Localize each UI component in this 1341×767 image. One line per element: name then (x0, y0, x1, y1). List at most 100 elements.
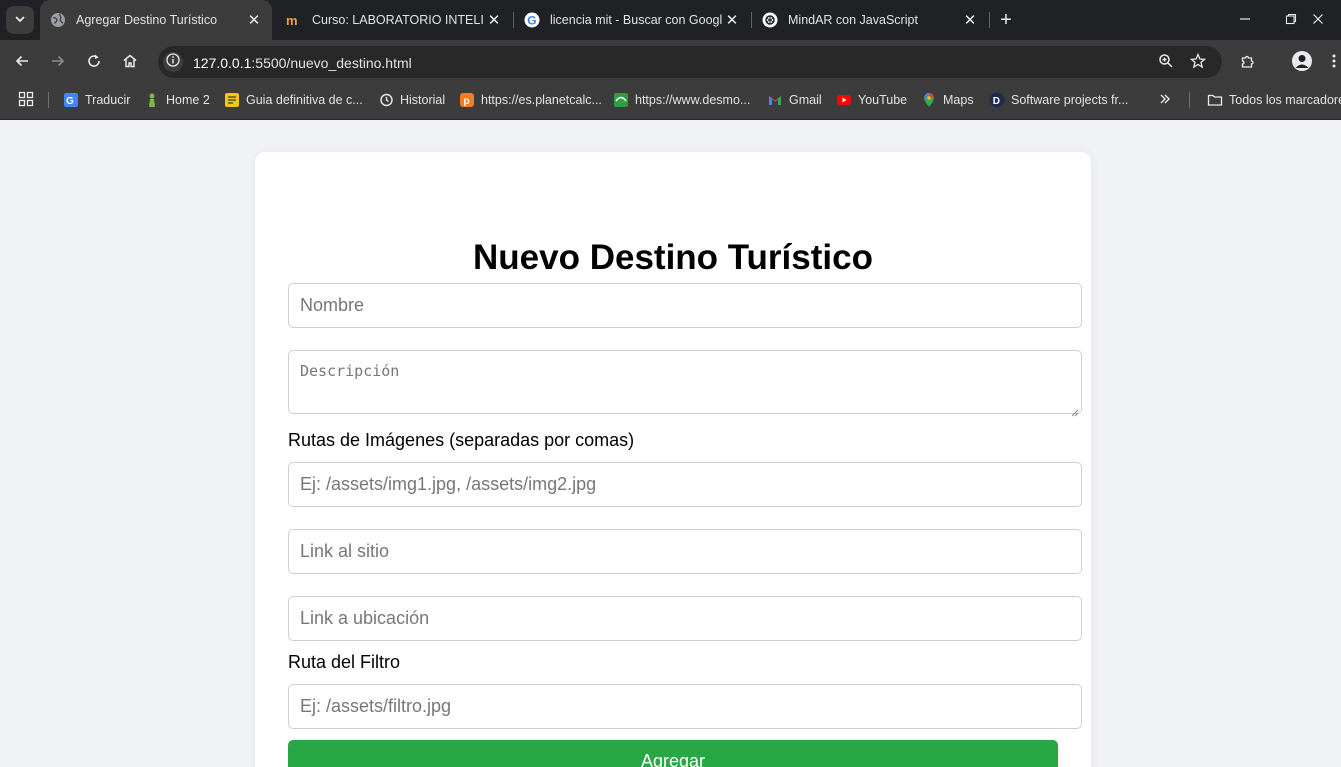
zoom-icon (1158, 53, 1174, 74)
nombre-input[interactable]: Nombre (288, 283, 1082, 328)
apps-grid-icon (18, 91, 34, 110)
bookmark-label: Software projects fr... (1011, 93, 1129, 107)
bookmark-guia[interactable]: Guia definitiva de c... (224, 89, 363, 111)
bookmark-label: Maps (943, 93, 974, 107)
bookmark-label: Historial (400, 93, 446, 107)
chevron-down-icon (14, 13, 26, 28)
url-host: 127.0.0.1 (193, 55, 252, 71)
tab-title: licencia mit - Buscar con Google (550, 13, 722, 27)
gmail-icon (767, 92, 783, 108)
url-path: :5500/nuevo_destino.html (251, 55, 412, 71)
home-icon (122, 53, 138, 74)
descripcion-textarea[interactable]: Descripción (288, 350, 1082, 417)
translate-icon: G (63, 92, 79, 108)
bookmarks-separator (48, 92, 49, 108)
bookmark-historial[interactable]: Historial (378, 89, 445, 111)
tab-mindar[interactable]: MindAR con JavaScript ✕ (752, 0, 988, 40)
tab-agregar-destino[interactable]: Agregar Destino Turístico ✕ (40, 0, 272, 40)
close-icon[interactable]: ✕ (244, 11, 264, 29)
bookmark-star-button[interactable] (1186, 51, 1210, 75)
bookmark-maps[interactable]: Maps (921, 89, 974, 111)
filtro-label: Ruta del Filtro (288, 652, 401, 672)
svg-text:m: m (286, 13, 298, 28)
close-icon[interactable]: ✕ (960, 11, 980, 29)
openai-icon (762, 12, 778, 28)
bookmark-label: https://www.desmo... (635, 93, 751, 107)
close-icon[interactable]: ✕ (722, 11, 742, 29)
forward-button[interactable] (46, 51, 70, 75)
chevron-double-right-icon (1158, 92, 1172, 109)
tab-curso[interactable]: m Curso: LABORATORIO INTELIGE ✕ (276, 0, 512, 40)
bookmark-planetcalc[interactable]: p https://es.planetcalc... (459, 89, 602, 111)
bookmark-software-projects[interactable]: D Software projects fr... (989, 89, 1128, 111)
globe-icon (50, 12, 66, 28)
tab-licencia-mit[interactable]: G licencia mit - Buscar con Google ✕ (514, 0, 750, 40)
bookmark-label: Home 2 (166, 93, 210, 107)
ubicacion-input[interactable]: Link a ubicación (288, 596, 1082, 641)
desmos-icon (613, 92, 629, 108)
history-icon (378, 92, 394, 108)
resize-handle-icon[interactable] (1071, 403, 1079, 417)
url-text[interactable]: 127.0.0.1:5500/nuevo_destino.html (193, 55, 412, 71)
bookmark-home-2[interactable]: Home 2 (144, 89, 210, 111)
youtube-icon (836, 92, 852, 108)
close-window-button[interactable] (1295, 0, 1341, 40)
more-vertical-icon (1331, 53, 1337, 74)
back-button[interactable] (10, 51, 34, 75)
tab-title: MindAR con JavaScript (788, 13, 918, 27)
google-icon: G (524, 12, 540, 28)
profile-button[interactable] (1290, 50, 1314, 77)
form-card: Nuevo Destino Turístico Nombre Descripci… (255, 152, 1091, 767)
all-bookmarks-folder[interactable]: Todos los marcadores (1207, 89, 1341, 111)
bookmark-label: https://es.planetcalc... (481, 93, 602, 107)
guide-icon (224, 92, 240, 108)
bookmark-traducir[interactable]: G Traducir (63, 89, 130, 111)
reload-button[interactable] (82, 51, 106, 75)
reload-icon (86, 53, 102, 74)
more-bookmarks-button[interactable] (1158, 89, 1172, 111)
svg-text:p: p (464, 96, 470, 107)
tab-search-button[interactable] (6, 6, 34, 34)
home-button[interactable] (118, 51, 142, 75)
new-tab-button[interactable]: + (994, 8, 1018, 32)
zoom-button[interactable] (1154, 51, 1178, 75)
avatar (1291, 50, 1313, 77)
d-icon: D (989, 92, 1005, 108)
menu-button[interactable] (1326, 51, 1341, 75)
bookmark-label: YouTube (858, 93, 908, 107)
bookmark-gmail[interactable]: Gmail (767, 89, 822, 111)
close-icon (1312, 12, 1324, 28)
plus-icon: + (1000, 9, 1012, 31)
bookmark-label: Todos los marcadores (1229, 93, 1341, 107)
svg-text:G: G (66, 96, 74, 107)
tab-title: Curso: LABORATORIO INTELIGE (312, 13, 484, 27)
extensions-button[interactable] (1236, 51, 1260, 75)
star-icon (1189, 52, 1207, 74)
tab-separator (989, 12, 990, 28)
bookmark-label: Gmail (789, 93, 822, 107)
chess-icon (144, 92, 160, 108)
site-info-button[interactable] (163, 52, 183, 72)
svg-text:D: D (993, 96, 1000, 107)
maps-icon (921, 92, 937, 108)
bookmark-label: Guia definitiva de c... (246, 93, 363, 107)
agregar-button[interactable]: Agregar (288, 740, 1058, 767)
planetcalc-icon: p (459, 92, 475, 108)
minimize-button[interactable] (1222, 0, 1268, 40)
tab-title: Agregar Destino Turístico (76, 13, 218, 27)
page-title: Nuevo Destino Turístico (473, 238, 873, 277)
bookmark-desmos[interactable]: https://www.desmo... (613, 89, 750, 111)
svg-text:G: G (527, 14, 536, 28)
info-icon (166, 52, 180, 72)
page-viewport: Nuevo Destino Turístico Nombre Descripci… (0, 121, 1341, 767)
close-icon[interactable]: ✕ (484, 11, 504, 29)
imagenes-input[interactable]: Ej: /assets/img1.jpg, /assets/img2.jpg (288, 462, 1082, 507)
apps-button[interactable] (18, 89, 34, 111)
bookmark-youtube[interactable]: YouTube (836, 89, 907, 111)
sitio-input[interactable]: Link al sitio (288, 529, 1082, 574)
arrow-left-icon (14, 53, 30, 74)
descripcion-placeholder: Descripción (300, 362, 400, 380)
filtro-input[interactable]: Ej: /assets/filtro.jpg (288, 684, 1082, 729)
imagenes-label: Rutas de Imágenes (separadas por comas) (288, 430, 635, 450)
arrow-right-icon (50, 53, 66, 74)
